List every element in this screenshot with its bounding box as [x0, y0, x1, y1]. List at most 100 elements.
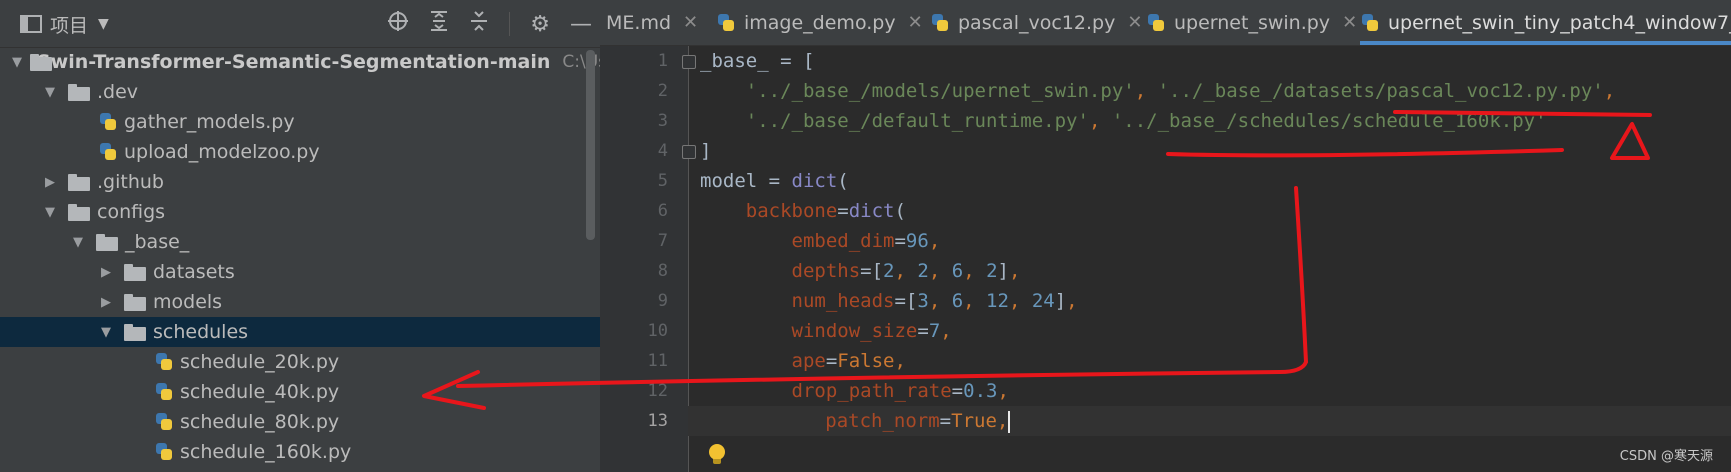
- collapse-all-icon[interactable]: [469, 10, 489, 38]
- chevron-right-icon[interactable]: ▶: [96, 265, 116, 280]
- folder-icon: [68, 203, 90, 221]
- project-view-selector[interactable]: 项目 ▼: [20, 9, 109, 39]
- folder-icon: [68, 83, 90, 101]
- tab-label: upernet_swin_tiny_patch4_window7_512: [1388, 11, 1731, 34]
- line-number: 12: [647, 381, 668, 401]
- tab-upernet-swin[interactable]: upernet_swin.py ✕: [1146, 0, 1357, 45]
- expand-all-icon[interactable]: [429, 10, 449, 38]
- chevron-down-icon[interactable]: ▼: [40, 205, 60, 220]
- lightbulb-icon[interactable]: [708, 444, 726, 466]
- python-file-icon: [1360, 13, 1380, 33]
- folder-icon: [68, 173, 90, 191]
- folder-icon: [124, 263, 146, 281]
- tree-label: configs: [97, 201, 166, 223]
- code-line-12: drop_path_rate=0.3,: [791, 380, 1009, 402]
- line-number: 3: [657, 111, 668, 131]
- chevron-down-icon[interactable]: ▼: [68, 235, 88, 250]
- tree-label: schedule_20k.py: [180, 351, 340, 373]
- project-title: 项目: [50, 14, 89, 37]
- python-file-icon: [154, 352, 174, 372]
- folder-icon: [96, 233, 118, 251]
- tree-row[interactable]: ▶ models: [0, 287, 696, 317]
- python-file-icon: [1146, 13, 1166, 33]
- chevron-right-icon[interactable]: ▶: [40, 175, 60, 190]
- code-line-1: _base_ = [: [700, 50, 815, 72]
- close-icon[interactable]: ✕: [908, 12, 923, 33]
- line-number: 4: [657, 141, 668, 161]
- tree-row[interactable]: gather_models.py: [0, 107, 670, 137]
- project-window-icon: [20, 15, 42, 33]
- tree-label: schedule_160k.py: [180, 441, 352, 463]
- line-number-gutter: 1 2 3 4 5 6 7 8 9 10 11 12 13: [600, 46, 696, 472]
- tab-label: image_demo.py: [744, 11, 896, 34]
- tree-row[interactable]: ▶ datasets: [0, 257, 696, 287]
- tree-label: datasets: [153, 261, 235, 283]
- locate-icon[interactable]: [387, 10, 409, 38]
- line-number: 8: [657, 261, 668, 281]
- tree-label: schedule_40k.py: [180, 381, 340, 403]
- line-number: 6: [657, 201, 668, 221]
- tree-label: models: [153, 291, 223, 313]
- code-line-3: '../_base_/default_runtime.py', '../_bas…: [745, 110, 1547, 132]
- tab-upernet-swin-tiny[interactable]: upernet_swin_tiny_patch4_window7_512: [1360, 0, 1731, 45]
- project-panel: 项目 ▼ ⚙ — ▼ Swin-Transformer-Semantic-Seg…: [0, 0, 696, 472]
- watermark: CSDN @寒天源: [1619, 449, 1713, 464]
- code-line-8: depths=[2, 2, 6, 2],: [791, 260, 1021, 282]
- tree-row[interactable]: ▼ _base_: [0, 227, 668, 257]
- code-line-6: backbone=dict(: [745, 200, 906, 222]
- tree-label: .github: [97, 171, 164, 193]
- chevron-right-icon[interactable]: ▶: [96, 295, 116, 310]
- python-file-icon: [154, 382, 174, 402]
- editor-tabs: ME.md ✕ image_demo.py ✕ pascal_voc12.py …: [600, 0, 1731, 46]
- hide-icon[interactable]: —: [570, 12, 592, 37]
- close-icon[interactable]: ✕: [683, 12, 698, 33]
- project-toolbar: 项目 ▼ ⚙ —: [0, 0, 600, 48]
- toolbar-divider: [509, 12, 511, 36]
- line-number: 7: [657, 231, 668, 251]
- tree-label: .dev: [97, 81, 139, 103]
- chevron-down-icon: ▼: [98, 16, 109, 32]
- folder-icon: [124, 323, 146, 341]
- code-line-13-current: patch_norm=True,: [688, 406, 1731, 436]
- tab-label: pascal_voc12.py: [958, 11, 1116, 34]
- python-file-icon: [98, 112, 118, 132]
- code-line-5: model = dict(: [700, 170, 849, 192]
- tree-row[interactable]: upload_modelzoo.py: [0, 137, 670, 167]
- code-line-9: num_heads=[3, 6, 12, 24],: [791, 290, 1078, 312]
- tab-pascal-voc12[interactable]: pascal_voc12.py ✕: [930, 0, 1142, 45]
- fold-marker-icon[interactable]: [682, 55, 696, 69]
- close-icon[interactable]: ✕: [1342, 12, 1357, 33]
- tab-image-demo[interactable]: image_demo.py ✕: [716, 0, 923, 45]
- line-number: 5: [657, 171, 668, 191]
- tree-label: schedule_80k.py: [180, 411, 340, 433]
- tree-row[interactable]: ▼ .dev: [0, 77, 640, 107]
- tree-row-root[interactable]: ▼ Swin-Transformer-Semantic-Segmentation…: [0, 47, 639, 77]
- project-tools: ⚙ —: [387, 10, 592, 38]
- line-number: 2: [657, 81, 668, 101]
- gear-icon[interactable]: ⚙: [530, 12, 550, 37]
- code-line-10: window_size=7,: [791, 320, 952, 342]
- project-scrollbar[interactable]: [586, 50, 595, 240]
- tree-label: _base_: [125, 231, 190, 253]
- chevron-down-icon[interactable]: ▼: [12, 55, 22, 70]
- python-file-icon: [154, 412, 174, 432]
- code-line-2: '../_base_/models/upernet_swin.py', '../…: [745, 80, 1616, 102]
- close-icon[interactable]: ✕: [1127, 12, 1142, 33]
- code-line-11: ape=False,: [791, 350, 906, 372]
- python-file-icon: [98, 142, 118, 162]
- tab-readme[interactable]: ME.md ✕: [606, 0, 698, 45]
- line-number: 9: [657, 291, 668, 311]
- line-number: 11: [647, 351, 668, 371]
- tree-row[interactable]: ▶ .github: [0, 167, 640, 197]
- tree-row[interactable]: ▼ configs: [0, 197, 640, 227]
- chevron-down-icon[interactable]: ▼: [40, 85, 60, 100]
- line-number: 10: [647, 321, 668, 341]
- python-file-icon: [716, 13, 736, 33]
- tab-label: upernet_swin.py: [1174, 11, 1331, 34]
- tree-row-selected[interactable]: ▼ schedules: [0, 317, 696, 347]
- tab-label: ME.md: [606, 11, 672, 34]
- fold-marker-icon[interactable]: [682, 145, 696, 159]
- chevron-down-icon[interactable]: ▼: [96, 325, 116, 340]
- code-editor[interactable]: 1 2 3 4 5 6 7 8 9 10 11 12 13 _base_ = […: [600, 46, 1731, 472]
- code-line-4: ]: [700, 140, 712, 162]
